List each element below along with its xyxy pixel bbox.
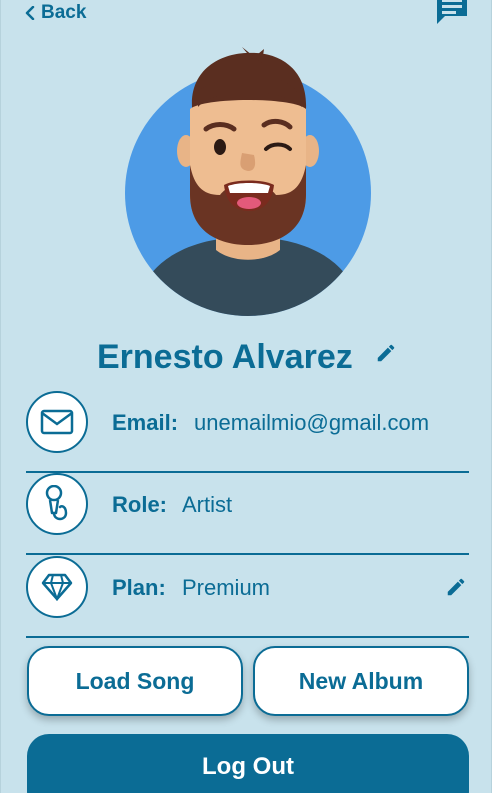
back-label: Back: [41, 2, 87, 23]
email-icon-circle: [26, 391, 88, 453]
microphone-icon: [45, 485, 68, 521]
plan-label: Plan:: [112, 575, 166, 600]
load-song-button[interactable]: Load Song: [27, 646, 243, 716]
log-out-button[interactable]: Log Out: [27, 734, 469, 793]
mail-icon: [40, 409, 74, 435]
profile-name: Ernesto Alvarez: [97, 338, 353, 376]
chat-icon[interactable]: [435, 0, 469, 26]
plan-row: Plan: Premium: [26, 556, 469, 638]
chevron-left-icon: [25, 6, 35, 20]
role-row: Role: Artist: [26, 473, 469, 555]
diamond-icon: [41, 573, 73, 601]
back-button[interactable]: Back: [25, 2, 86, 24]
email-label: Email:: [112, 410, 179, 435]
plan-icon-circle: [26, 556, 88, 618]
profile-name-row: Ernesto Alvarez: [1, 338, 492, 382]
email-value: unemailmio@gmail.com: [194, 410, 430, 435]
role-value: Artist: [182, 492, 233, 517]
app-screen: Back Ernesto Alvarez Email: unemailmio@g…: [0, 0, 492, 793]
plan-value: Premium: [182, 575, 271, 600]
avatar: [125, 47, 371, 316]
new-album-button[interactable]: New Album: [253, 646, 469, 716]
email-row: Email: unemailmio@gmail.com: [26, 391, 469, 473]
edit-name-pencil-icon[interactable]: [375, 342, 397, 364]
role-icon-circle: [26, 473, 88, 535]
role-label: Role:: [112, 492, 167, 517]
edit-plan-pencil-icon[interactable]: [445, 576, 467, 598]
